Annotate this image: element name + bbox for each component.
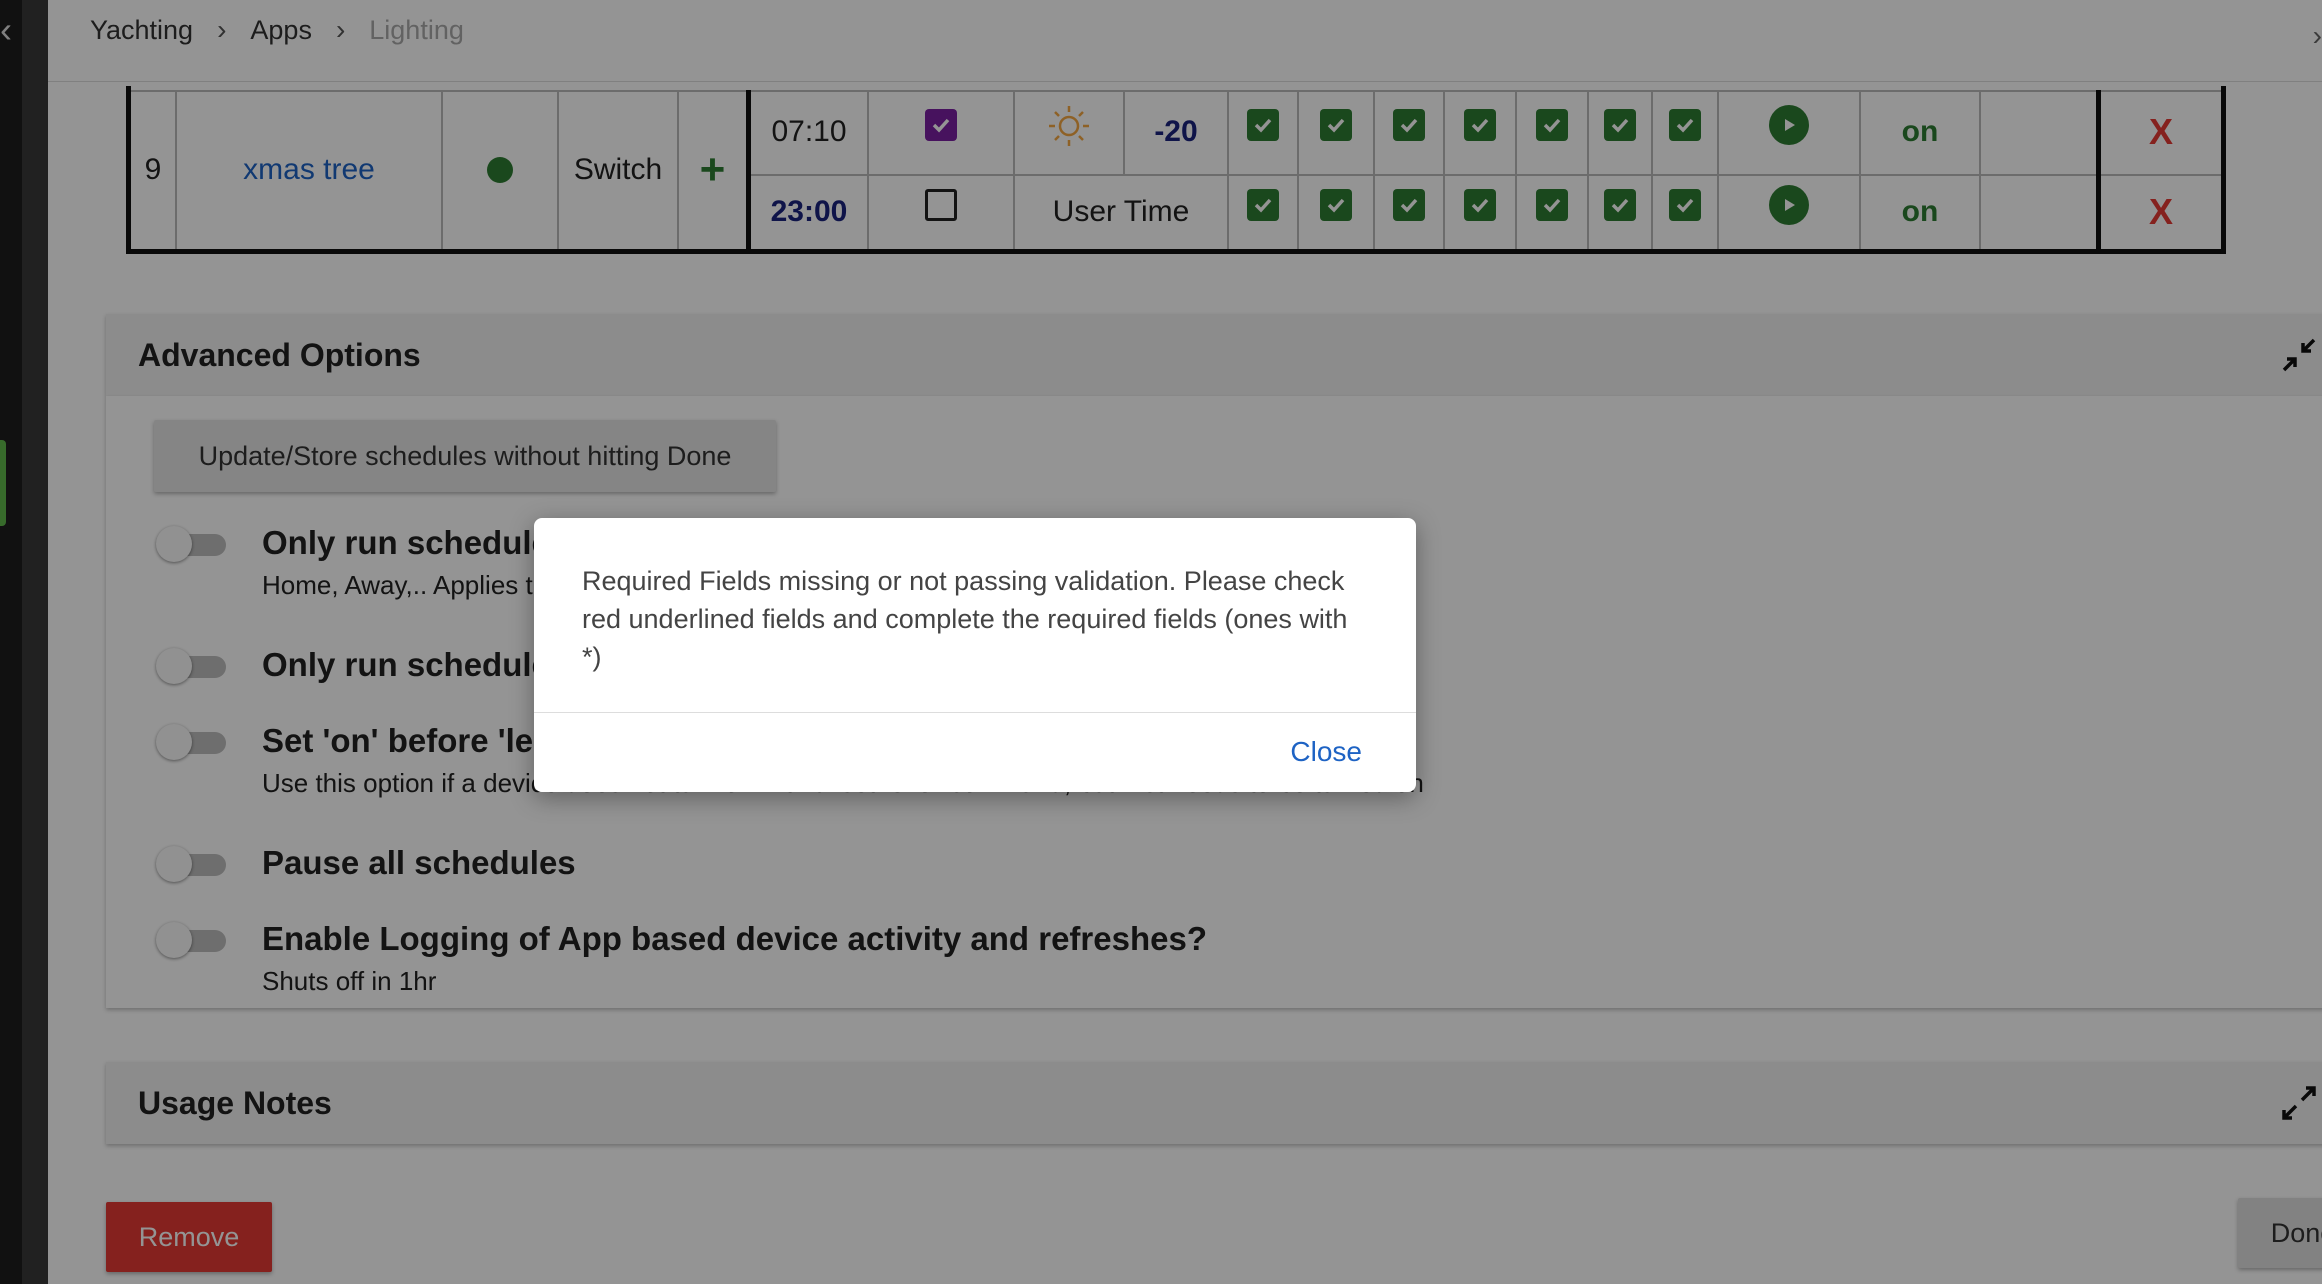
validation-dialog: Required Fields missing or not passing v… (534, 518, 1416, 792)
dialog-message: Required Fields missing or not passing v… (582, 566, 1348, 672)
dialog-close-button[interactable]: Close (1290, 736, 1362, 768)
dialog-divider (534, 712, 1416, 713)
